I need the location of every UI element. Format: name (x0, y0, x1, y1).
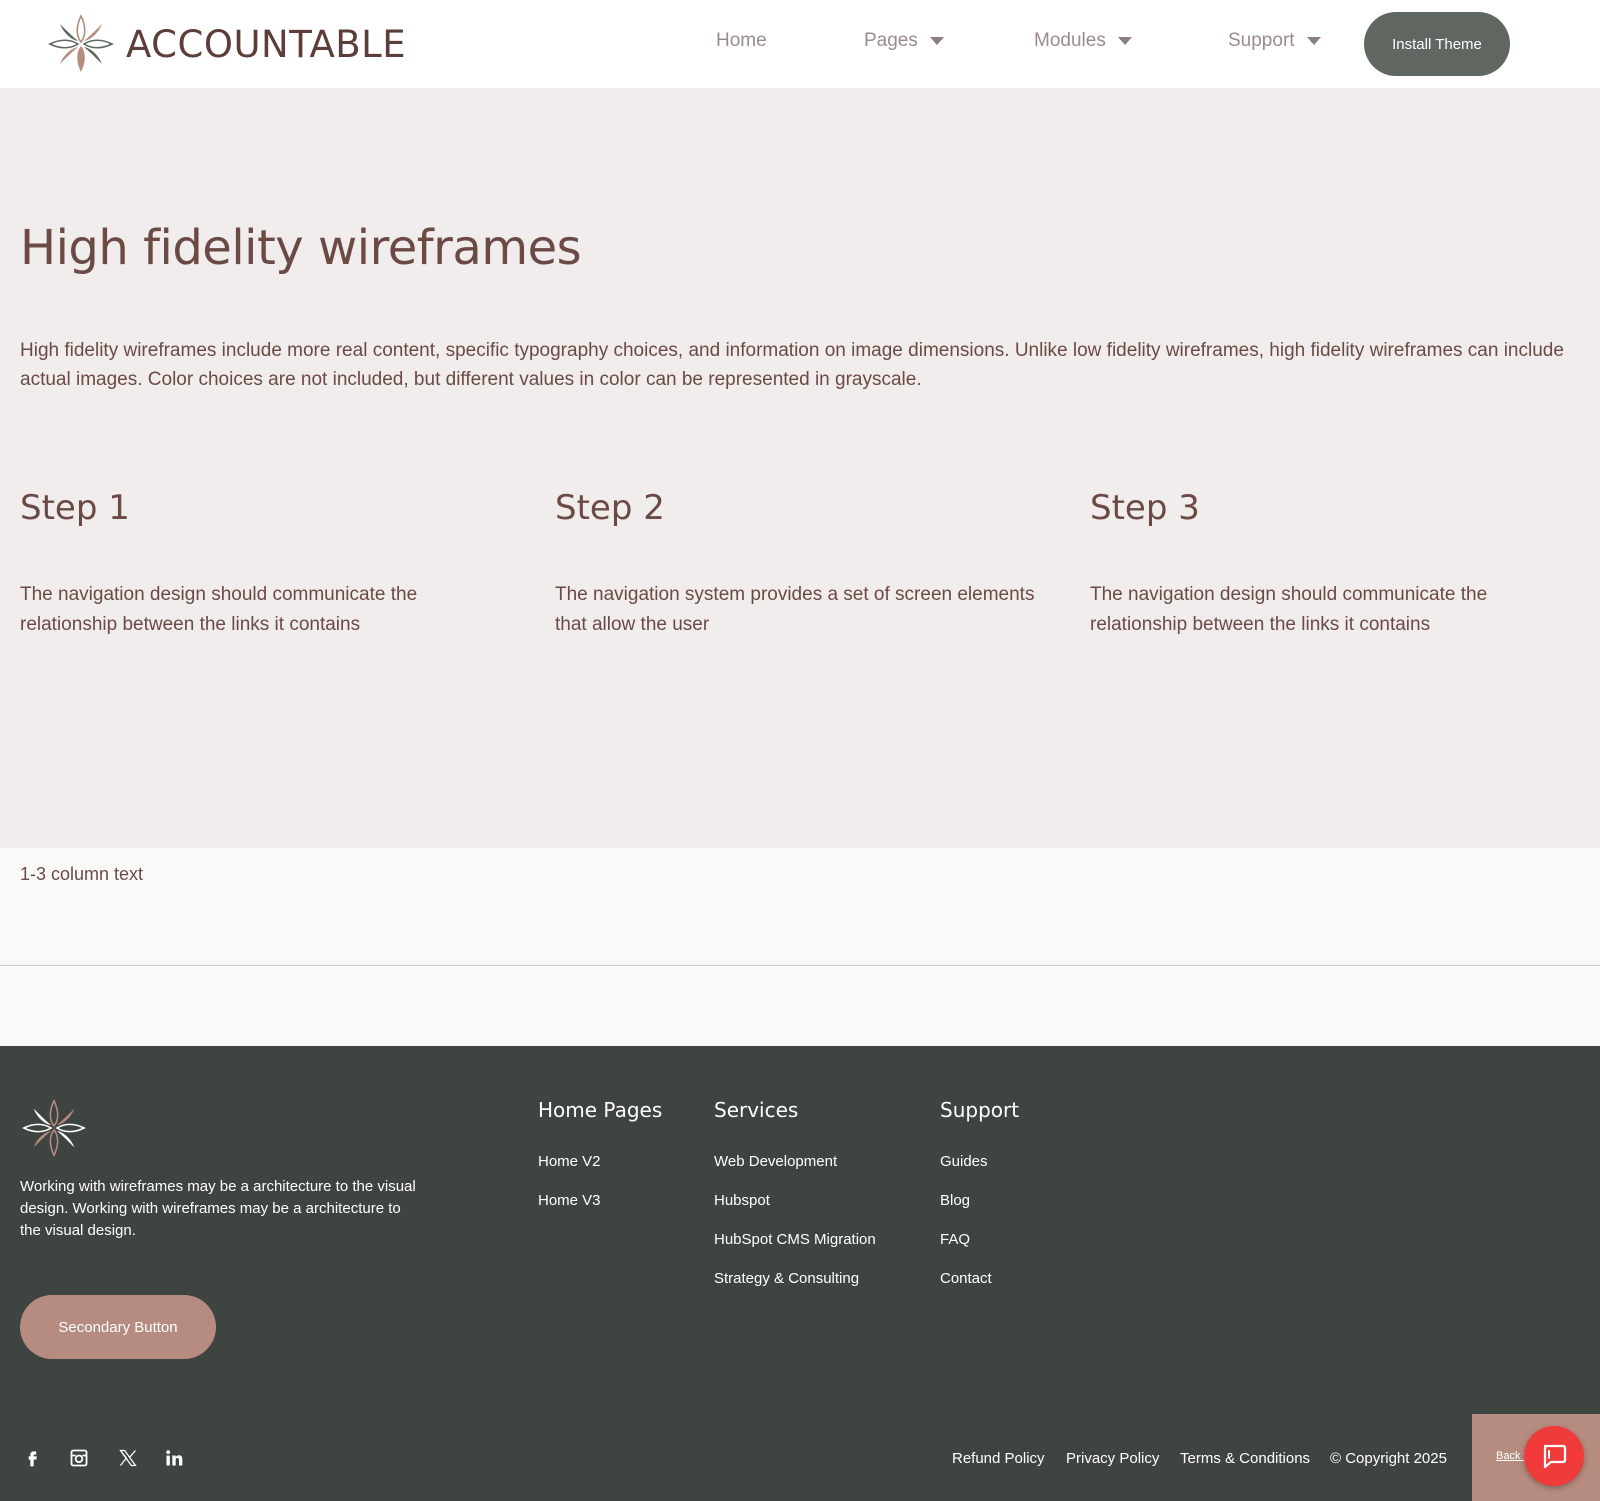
footer-link-hubspot-cms-migration[interactable]: HubSpot CMS Migration (714, 1230, 876, 1269)
nav-home[interactable]: Home (716, 30, 767, 52)
terms-conditions-link[interactable]: Terms & Conditions (1180, 1450, 1310, 1467)
step-1: Step 1 The navigation design should comm… (20, 488, 510, 640)
copyright-text: © Copyright 2025 (1330, 1450, 1447, 1467)
privacy-policy-link[interactable]: Privacy Policy (1066, 1450, 1159, 1467)
hero-description: High fidelity wireframes include more re… (20, 340, 1564, 390)
site-footer: Working with wireframes may be a archite… (0, 1046, 1600, 1501)
flower-logo-icon (22, 1099, 86, 1157)
back-to-top-label: Back to top (1496, 1450, 1526, 1462)
instagram-icon[interactable] (67, 1446, 91, 1470)
site-header: ACCOUNTABLE Home Pages Modules Support I… (0, 0, 1600, 88)
footer-link-web-development[interactable]: Web Development (714, 1152, 876, 1191)
footer-link-strategy-consulting[interactable]: Strategy & Consulting (714, 1269, 876, 1308)
install-theme-button[interactable]: Install Theme (1364, 12, 1510, 76)
footer-link-home-v3[interactable]: Home V3 (538, 1191, 662, 1230)
nav-support[interactable]: Support (1228, 30, 1321, 52)
step-3: Step 3 The navigation design should comm… (1090, 488, 1580, 640)
footer-link-faq[interactable]: FAQ (940, 1230, 1019, 1269)
footer-description: Working with wireframes may be a archite… (20, 1178, 416, 1239)
step-2: Step 2 The navigation system provides a … (555, 488, 1045, 640)
caret-down-icon (1306, 37, 1321, 45)
column-text-section: 1-3 column text (0, 848, 1600, 966)
footer-link-hubspot[interactable]: Hubspot (714, 1191, 876, 1230)
footer-link-guides[interactable]: Guides (940, 1152, 1019, 1191)
caret-down-icon (1117, 37, 1132, 45)
nav-modules-label: Modules (1034, 30, 1106, 51)
chat-widget-button[interactable] (1524, 1426, 1584, 1486)
step-text: The navigation design should communicate… (20, 584, 418, 635)
footer-link-home-v2[interactable]: Home V2 (538, 1152, 662, 1191)
footer-link-contact[interactable]: Contact (940, 1269, 1019, 1308)
footer-column-home-pages: Home Pages Home V2 Home V3 (538, 1098, 662, 1230)
footer-column-title: Support (940, 1098, 1020, 1122)
column-text-label: 1-3 column text (20, 864, 144, 884)
step-title: Step 1 (20, 488, 130, 528)
nav-modules[interactable]: Modules (1034, 30, 1132, 52)
refund-policy-link[interactable]: Refund Policy (952, 1450, 1045, 1467)
brand-name: ACCOUNTABLE (126, 22, 407, 66)
nav-pages[interactable]: Pages (864, 30, 944, 52)
footer-column-title: Services (714, 1098, 799, 1122)
section-spacer (0, 967, 1600, 1046)
footer-link-blog[interactable]: Blog (940, 1191, 1019, 1230)
caret-down-icon (929, 37, 944, 45)
footer-column-title: Home Pages (538, 1098, 663, 1122)
nav-home-label: Home (716, 30, 767, 51)
step-text: The navigation system provides a set of … (555, 584, 1035, 635)
nav-pages-label: Pages (864, 30, 918, 51)
step-title: Step 2 (555, 488, 665, 528)
linkedin-icon[interactable] (162, 1446, 186, 1470)
page-title: High fidelity wireframes (20, 220, 582, 276)
footer-column-support: Support Guides Blog FAQ Contact (940, 1098, 1019, 1308)
footer-column-services: Services Web Development Hubspot HubSpot… (714, 1098, 876, 1308)
hero-section: High fidelity wireframes High fidelity w… (0, 88, 1600, 848)
step-title: Step 3 (1090, 488, 1200, 528)
chat-icon (1543, 1444, 1567, 1469)
x-icon[interactable] (116, 1446, 140, 1470)
step-text: The navigation design should communicate… (1090, 584, 1488, 635)
flower-logo-icon (48, 14, 114, 72)
facebook-icon[interactable] (20, 1446, 44, 1470)
nav-support-label: Support (1228, 30, 1295, 51)
brand-logo[interactable]: ACCOUNTABLE (46, 12, 406, 76)
secondary-button[interactable]: Secondary Button (20, 1295, 216, 1359)
